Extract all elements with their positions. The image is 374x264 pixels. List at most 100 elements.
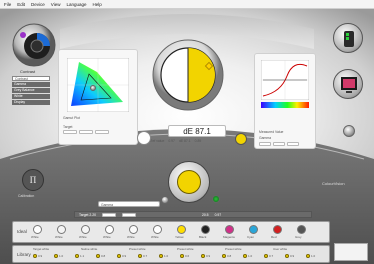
graph-field[interactable] [287, 142, 299, 146]
swatch-label: White [31, 235, 39, 239]
menu-view[interactable]: View [51, 2, 61, 7]
graph-fields [259, 142, 299, 146]
library-item[interactable]: 0.7 [264, 253, 278, 263]
display-button[interactable] [333, 69, 363, 99]
bulb-icon [75, 254, 79, 258]
menu-language[interactable]: Language [66, 2, 86, 7]
library-item[interactable]: 0.6 [180, 253, 194, 263]
menu-edit[interactable]: Edit [17, 2, 25, 7]
swatch-5[interactable] [129, 225, 138, 234]
library-item[interactable]: 1.0 [243, 253, 257, 263]
library-item[interactable]: 1.0 [306, 253, 320, 263]
bulb-icon [222, 254, 226, 258]
control-field[interactable] [101, 212, 116, 217]
swatch-label: White [127, 235, 135, 239]
bulb-icon [243, 254, 247, 258]
menu-bar: File Edit Device View Language Help [0, 0, 374, 9]
library-item[interactable]: 0.9 [201, 253, 215, 263]
library-value: 0.8 [101, 254, 106, 258]
swatch-11[interactable] [273, 225, 282, 234]
white-patch[interactable] [137, 131, 151, 145]
library-value: 0.7 [269, 254, 274, 258]
swatch-label: White [79, 235, 87, 239]
tab-grey-balance[interactable]: Grey Balance [12, 88, 50, 93]
swatch-label: Cyan [247, 235, 255, 239]
control-bar: Target 2.20 20.5 0.97 [74, 211, 312, 218]
measure-swatch [177, 170, 201, 194]
control-value-2: 0.97 [214, 212, 222, 217]
swatch-label: White [151, 235, 159, 239]
tab-gamma[interactable]: Gamma [12, 82, 50, 87]
monitor-icon [341, 77, 357, 93]
library-item[interactable]: 0.9 [117, 253, 131, 263]
tab-display-label: Display [14, 100, 26, 104]
library-value: 1.0 [248, 254, 253, 258]
tab-grey-balance-label: Grey Balance [14, 88, 35, 92]
library-preview[interactable] [334, 243, 368, 261]
small-knob[interactable] [90, 85, 96, 91]
bulb-icon [54, 254, 58, 258]
library-item[interactable]: 0.8 [222, 253, 236, 263]
library-value: 0.8 [227, 254, 232, 258]
tab-white-label: White [14, 94, 23, 98]
swatch-6[interactable] [153, 225, 162, 234]
brand-left-label: Calibration [18, 194, 35, 198]
library-item[interactable]: 1.0 [159, 253, 173, 263]
swatch-row-label: Ideal [17, 229, 27, 234]
prev-arrow-icon[interactable] [161, 196, 169, 204]
gamut-field[interactable] [95, 130, 109, 134]
graph-title: Measured Value [259, 130, 284, 134]
swatch-strip: Ideal White White White White White White Yell… [12, 221, 330, 243]
swatch-3[interactable] [81, 225, 90, 234]
library-item[interactable]: 0.8 [96, 253, 110, 263]
library-item[interactable]: 1.1 [75, 253, 89, 263]
settings-gear-icon[interactable] [343, 125, 355, 137]
library-item[interactable]: 0.9 [33, 253, 47, 263]
library-value: 0.9 [38, 254, 43, 258]
swatch-12[interactable] [297, 225, 306, 234]
measure-knob[interactable] [168, 161, 210, 203]
mode-dropdown-label: Gamma [101, 203, 114, 207]
tab-contrast[interactable]: Contrast [12, 76, 50, 81]
tab-white[interactable]: White [12, 94, 50, 99]
swatch-label: White [55, 235, 63, 239]
library-value: 1.1 [80, 254, 85, 258]
instrument-icon [344, 31, 354, 47]
graph-panel: Measured Value Gamma [254, 53, 316, 149]
measurement-stats: Ref value 0.97 dE 87.1 0.89 [150, 139, 232, 145]
swatch-7[interactable] [177, 225, 186, 234]
control-field[interactable] [121, 212, 136, 217]
stat-value: 0.97 [168, 139, 175, 143]
next-arrow-icon[interactable] [212, 195, 220, 203]
swatch-1[interactable] [33, 225, 42, 234]
menu-help[interactable]: Help [93, 2, 102, 7]
device-button[interactable] [333, 23, 363, 53]
gamut-field[interactable] [79, 130, 93, 134]
library-value: 0.9 [290, 254, 295, 258]
bulb-icon [201, 254, 205, 258]
tab-heading: Contrast [20, 69, 36, 74]
bulb-icon [117, 254, 121, 258]
swatch-8[interactable] [201, 225, 210, 234]
swatch-4[interactable] [105, 225, 114, 234]
tab-display[interactable]: Display [12, 100, 50, 105]
library-strip: Library Target white Native white Preset w… [12, 245, 330, 263]
bulb-icon [33, 254, 37, 258]
yellow-patch[interactable] [235, 133, 247, 145]
gamut-field[interactable] [63, 130, 77, 134]
graph-field[interactable] [273, 142, 285, 146]
spectrum-bar [261, 102, 309, 108]
tab-contrast-label: Contrast [15, 77, 28, 81]
swatch-2[interactable] [57, 225, 66, 234]
swatch-9[interactable] [225, 225, 234, 234]
library-item[interactable]: 1.0 [54, 253, 68, 263]
menu-device[interactable]: Device [31, 2, 45, 7]
library-item[interactable]: 0.7 [138, 253, 152, 263]
swatch-10[interactable] [249, 225, 258, 234]
mode-dropdown[interactable]: Gamma [98, 201, 160, 207]
gamut-title: Gamut Plot [63, 116, 80, 120]
menu-file[interactable]: File [4, 2, 11, 7]
instrument-dial[interactable] [12, 23, 56, 67]
library-item[interactable]: 0.9 [285, 253, 299, 263]
graph-field[interactable] [259, 142, 271, 146]
